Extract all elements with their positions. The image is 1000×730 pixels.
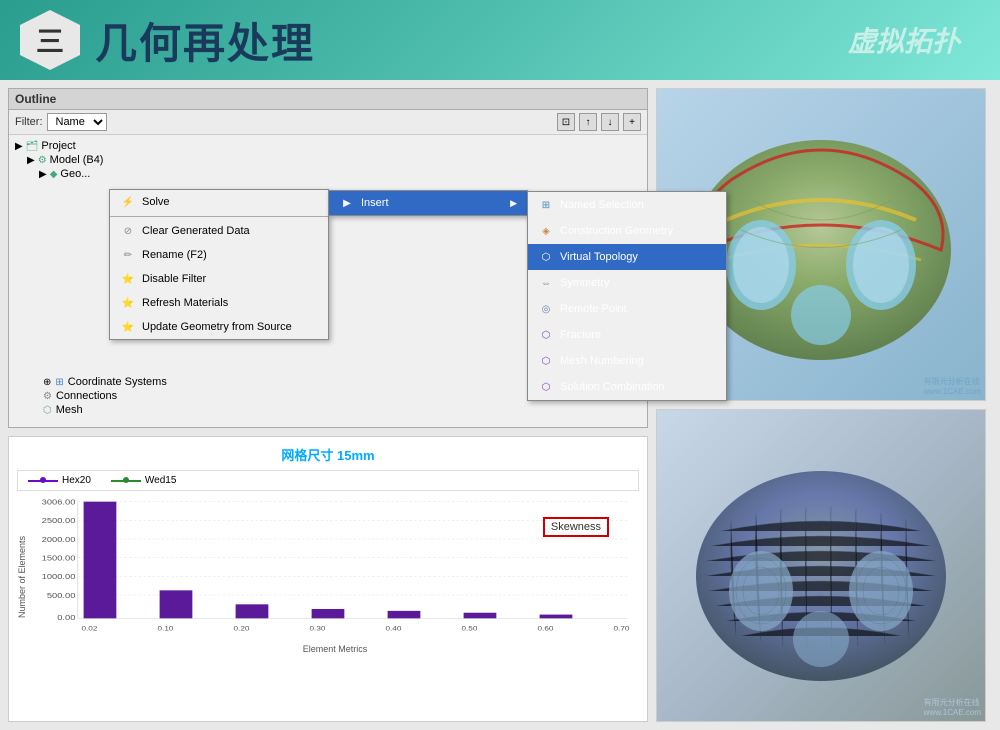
submenu-symmetry[interactable]: ⇔ Symmetry xyxy=(528,270,726,296)
main-content: Outline Filter: Name ⊡ ↑ ↓ + ▶ 🗂 Project xyxy=(0,80,1000,730)
filter-select[interactable]: Name xyxy=(47,113,107,131)
svg-text:500.00: 500.00 xyxy=(47,591,76,600)
solution-combination-icon: ⬡ xyxy=(538,379,554,395)
svg-text:0.02: 0.02 xyxy=(82,624,98,632)
y-axis-label: Number of Elements xyxy=(17,497,27,657)
submenu-virtual-topology[interactable]: ⬡ Virtual Topology xyxy=(528,244,726,270)
filter-icon-3[interactable]: ↓ xyxy=(601,113,619,131)
model-image-bottom: 有限元分析在线 www.1CAE.com xyxy=(656,409,986,722)
submenu-remote-point[interactable]: ◎ Remote Point xyxy=(528,296,726,322)
outline-filter-bar: Filter: Name ⊡ ↑ ↓ + xyxy=(9,110,647,135)
submenu-solution-combination[interactable]: ⬡ Solution Combination xyxy=(528,374,726,400)
svg-text:0.70: 0.70 xyxy=(614,624,630,632)
skewness-badge: Skewness xyxy=(543,517,609,537)
watermark-bottom: 有限元分析在线 www.1CAE.com xyxy=(924,697,981,717)
filter-icons: ⊡ ↑ ↓ + xyxy=(557,113,641,131)
tree-project[interactable]: ▶ 🗂 Project xyxy=(15,139,641,153)
filter-label: Filter: xyxy=(15,116,43,128)
chart-inner: 3006.00 2500.00 2000.00 1500.00 1000.00 … xyxy=(31,497,639,657)
fracture-icon: ⬡ xyxy=(538,327,554,343)
insert-icon: ▶ xyxy=(339,195,355,211)
mesh-numbering-icon: ⬡ xyxy=(538,353,554,369)
right-panel: 有限元分析在线 www.1CAE.com xyxy=(656,88,986,722)
outline-header: Outline xyxy=(9,89,647,110)
svg-text:2000.00: 2000.00 xyxy=(42,535,76,544)
disable-filter-icon: ⭐ xyxy=(120,271,136,287)
clear-icon: ⊘ xyxy=(120,223,136,239)
left-panel: Outline Filter: Name ⊡ ↑ ↓ + ▶ 🗂 Project xyxy=(8,88,648,722)
menu-clear[interactable]: ⊘ Clear Generated Data xyxy=(110,219,328,243)
menu-solve[interactable]: ⚡ Solve xyxy=(110,190,328,214)
context-menu: ▶ Insert ▶ ⊞ Named Selection ◈ Construct… xyxy=(109,189,329,340)
chart-title: 网格尺寸 15mm xyxy=(17,445,639,464)
svg-text:0.30: 0.30 xyxy=(310,624,326,632)
filter-icon-1[interactable]: ⊡ xyxy=(557,113,575,131)
menu-update-geometry[interactable]: ⭐ Update Geometry from Source xyxy=(110,315,328,339)
legend-wed15-line xyxy=(111,480,141,482)
svg-text:3006.00: 3006.00 xyxy=(42,497,76,506)
svg-text:0.60: 0.60 xyxy=(538,624,554,632)
model-svg-bottom xyxy=(671,431,971,701)
watermark-top: 有限元分析在线 www.1CAE.com xyxy=(924,376,981,396)
submenu-named-selection[interactable]: ⊞ Named Selection xyxy=(528,192,726,218)
outline-tree: ▶ 🗂 Project ▶ ⚙ Model (B4) ▶ ◆ Geo... xyxy=(9,135,647,185)
legend-wed15: Wed15 xyxy=(111,475,177,486)
chart-legend: Hex20 Wed15 xyxy=(17,470,639,491)
svg-text:0.00: 0.00 xyxy=(57,613,76,622)
named-selection-icon: ⊞ xyxy=(538,197,554,213)
svg-text:0.40: 0.40 xyxy=(386,624,402,632)
x-axis-label: Element Metrics xyxy=(31,644,639,654)
tree-connections[interactable]: ⚙ Connections xyxy=(43,389,167,403)
svg-text:2500.00: 2500.00 xyxy=(42,516,76,525)
tree-bottom: ⊕ ⊞ Coordinate Systems ⚙ Connections ⬡ M… xyxy=(19,375,167,417)
legend-hex20: Hex20 xyxy=(28,475,91,486)
page-title: 几何再处理 xyxy=(95,10,315,71)
outline-panel: Outline Filter: Name ⊡ ↑ ↓ + ▶ 🗂 Project xyxy=(8,88,648,428)
solve-icon: ⚡ xyxy=(120,194,136,210)
svg-text:0.10: 0.10 xyxy=(158,624,174,632)
separator-1 xyxy=(110,216,328,217)
symmetry-icon: ⇔ xyxy=(538,275,554,291)
menu-rename[interactable]: ✏ Rename (F2) xyxy=(110,243,328,267)
menu-refresh-materials[interactable]: ⭐ Refresh Materials xyxy=(110,291,328,315)
construction-geometry-icon: ◈ xyxy=(538,223,554,239)
page-subtitle: 虚拟拓扑 xyxy=(848,20,960,60)
virtual-topology-icon: ⬡ xyxy=(538,249,554,265)
tree-mesh[interactable]: ⬡ Mesh xyxy=(43,403,167,417)
svg-text:0.20: 0.20 xyxy=(234,624,250,632)
section-number: 三 xyxy=(20,10,80,70)
update-geometry-icon: ⭐ xyxy=(120,319,136,335)
svg-text:1000.00: 1000.00 xyxy=(42,572,76,581)
tree-coordinate-systems[interactable]: ⊕ ⊞ Coordinate Systems xyxy=(43,375,167,389)
rename-icon: ✏ xyxy=(120,247,136,263)
filter-icon-2[interactable]: ↑ xyxy=(579,113,597,131)
tree-geo[interactable]: ▶ ◆ Geo... xyxy=(39,167,641,181)
chart-area: 网格尺寸 15mm Hex20 Wed15 Number of Elements xyxy=(8,436,648,722)
menu-insert[interactable]: ▶ Insert ▶ ⊞ Named Selection ◈ Construct… xyxy=(328,190,528,216)
legend-hex20-line xyxy=(28,480,58,482)
submenu-mesh-numbering[interactable]: ⬡ Mesh Numbering xyxy=(528,348,726,374)
submenu-fracture[interactable]: ⬡ Fracture xyxy=(528,322,726,348)
svg-text:0.50: 0.50 xyxy=(462,624,478,632)
chart-wrapper: Number of Elements 3006. xyxy=(17,497,639,657)
submenu-arrow: ▶ xyxy=(510,198,517,209)
refresh-materials-icon: ⭐ xyxy=(120,295,136,311)
submenu-construction-geometry[interactable]: ◈ Construction Geometry xyxy=(528,218,726,244)
menu-disable-filter[interactable]: ⭐ Disable Filter xyxy=(110,267,328,291)
submenu: ⊞ Named Selection ◈ Construction Geometr… xyxy=(527,191,727,401)
header: 三 几何再处理 虚拟拓扑 xyxy=(0,0,1000,80)
tree-model[interactable]: ▶ ⚙ Model (B4) xyxy=(27,153,641,167)
filter-icon-4[interactable]: + xyxy=(623,113,641,131)
remote-point-icon: ◎ xyxy=(538,301,554,317)
svg-text:1500.00: 1500.00 xyxy=(42,553,76,562)
